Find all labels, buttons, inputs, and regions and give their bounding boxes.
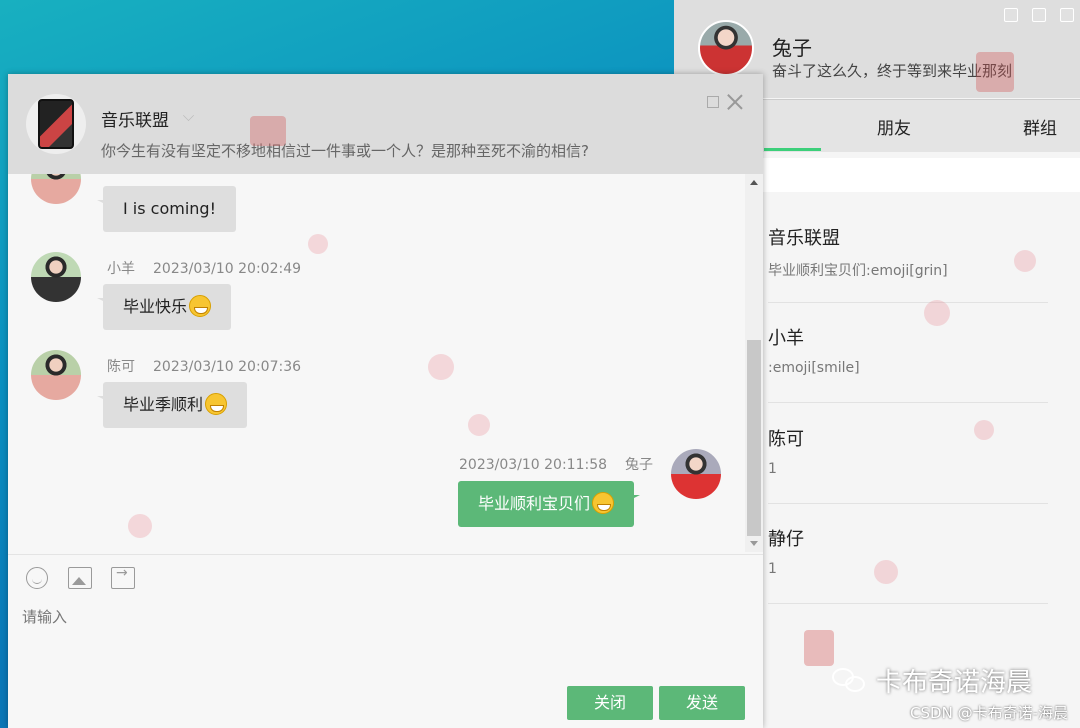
self-avatar[interactable]: [671, 449, 721, 499]
contact-last-message: 1: [768, 561, 777, 577]
seal-stamp-icon: [250, 116, 286, 146]
chat-header: 音乐联盟 你今生有没有坚定不移地相信过一件事或一个人？是那种至死不渝的相信?: [8, 74, 763, 174]
message-time: 2023/03/10 20:11:58: [459, 457, 608, 473]
message-bubble: 毕业顺利宝贝们: [458, 481, 641, 527]
contact-name: 陈可: [768, 429, 804, 450]
blossom-decoration: [308, 234, 328, 254]
sender-name: 小羊: [107, 261, 135, 277]
message-text: 毕业季顺利: [123, 395, 204, 414]
speaker-icon[interactable]: [1060, 8, 1074, 22]
message-meta: 陈可 2023/03/10 20:07:36: [107, 356, 301, 376]
chat-window: 音乐联盟 你今生有没有坚定不移地相信过一件事或一个人？是那种至死不渝的相信? I…: [8, 74, 763, 728]
active-tab-indicator: [764, 148, 821, 151]
scroll-thumb[interactable]: [747, 340, 761, 536]
scroll-up-arrow-icon[interactable]: [750, 180, 758, 185]
message-list: I is coming! 小羊 2023/03/10 20:02:49 毕业快乐 …: [8, 174, 745, 552]
group-avatar[interactable]: [26, 94, 86, 154]
tab-friends[interactable]: 朋友: [877, 114, 911, 139]
contact-item-chenke[interactable]: 陈可 1: [768, 403, 1048, 504]
blossom-decoration: [924, 300, 950, 326]
group-name[interactable]: 音乐联盟: [101, 106, 169, 131]
user-name: 兔子: [772, 36, 812, 60]
blossom-decoration: [874, 560, 898, 584]
contact-item-jingzai[interactable]: 静仔 1: [768, 503, 1048, 604]
tab-groups[interactable]: 群组: [1023, 114, 1057, 139]
grin-emoji-icon: [205, 392, 228, 415]
wechat-watermark: 卡布奇诺海晨: [832, 662, 1032, 699]
window-controls: [1004, 8, 1074, 22]
contact-name: 音乐联盟: [768, 228, 840, 249]
seal-stamp-icon: [804, 630, 834, 666]
contact-last-message: 1: [768, 461, 777, 477]
user-avatar[interactable]: [698, 20, 754, 76]
phone-icon: [38, 99, 74, 149]
message-text: 毕业顺利宝贝们: [478, 494, 591, 513]
chevron-down-icon[interactable]: [183, 110, 194, 121]
sender-name: 陈可: [107, 359, 135, 375]
sender-avatar[interactable]: [31, 350, 81, 400]
message-bubble: I is coming!: [97, 186, 236, 232]
input-toolbar: [8, 554, 763, 603]
sender-avatar[interactable]: [31, 174, 81, 204]
grin-emoji-icon: [189, 294, 212, 317]
message-text: I is coming!: [123, 199, 216, 218]
group-description: 你今生有没有坚定不移地相信过一件事或一个人？是那种至死不渝的相信?: [101, 142, 589, 160]
file-send-icon[interactable]: [111, 565, 135, 589]
contact-name: 静仔: [768, 529, 804, 550]
message-time: 2023/03/10 20:02:49: [153, 261, 302, 277]
blossom-decoration: [974, 420, 994, 440]
seal-stamp-icon: [976, 52, 1014, 92]
close-button[interactable]: 关闭: [567, 686, 653, 720]
sender-avatar[interactable]: [31, 252, 81, 302]
contact-item-music-group[interactable]: 音乐联盟 毕业顺利宝贝们:emoji[grin]: [768, 202, 1048, 303]
message-meta: 小羊 2023/03/10 20:02:49: [107, 258, 301, 278]
wechat-icon: [832, 667, 868, 694]
message-bubble: 毕业快乐: [96, 284, 232, 330]
blossom-decoration: [468, 414, 490, 436]
blossom-decoration: [428, 354, 454, 380]
image-upload-icon[interactable]: [68, 567, 92, 589]
minimize-icon[interactable]: [1004, 8, 1018, 22]
contact-last-message: 毕业顺利宝贝们:emoji[grin]: [768, 263, 948, 279]
watermark-brand: 卡布奇诺海晨: [876, 668, 1033, 698]
emoji-picker-icon[interactable]: [26, 567, 48, 589]
qr-code-icon[interactable]: [707, 96, 719, 108]
send-button[interactable]: 发送: [659, 686, 745, 720]
contact-item-xiaoyang[interactable]: 小羊 :emoji[smile]: [768, 302, 1048, 403]
contact-last-message: :emoji[smile]: [768, 360, 860, 376]
message-meta: 2023/03/10 20:11:58 兔子: [459, 454, 653, 474]
message-time: 2023/03/10 20:07:36: [153, 359, 302, 375]
close-icon[interactable]: [725, 92, 745, 112]
scroll-down-arrow-icon[interactable]: [750, 541, 758, 546]
message-scrollbar[interactable]: [745, 174, 763, 552]
blossom-decoration: [1014, 250, 1036, 272]
message-text: 毕业快乐: [123, 297, 188, 316]
contact-name: 小羊: [768, 328, 804, 349]
blossom-decoration: [128, 514, 152, 538]
csdn-watermark: CSDN @卡布奇诺-海晨: [910, 704, 1068, 722]
grimace-emoji-icon: [592, 491, 615, 514]
message-bubble: 毕业季顺利: [96, 382, 248, 428]
message-input[interactable]: [20, 604, 744, 678]
sender-name: 兔子: [625, 457, 654, 473]
qr-code-icon[interactable]: [1032, 8, 1046, 22]
